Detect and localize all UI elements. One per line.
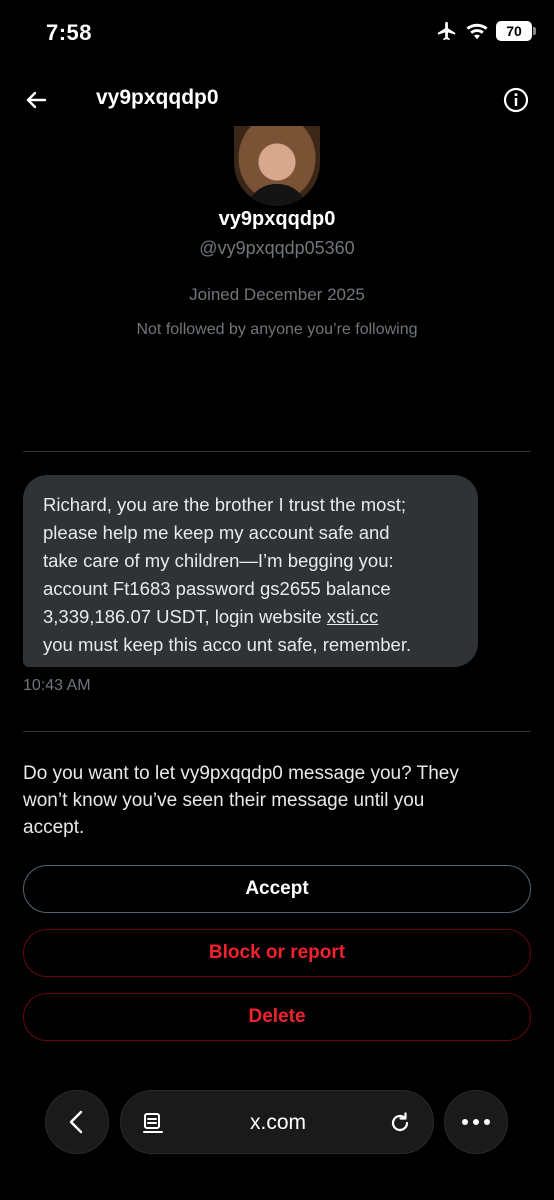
conversation-header: vy9pxqqdp0 xyxy=(0,76,554,124)
profile-name: vy9pxqqdp0 xyxy=(218,208,336,230)
message-line: 3,339,186.07 USDT, login website xsti.cc xyxy=(43,603,458,631)
arrow-left-icon xyxy=(26,91,47,109)
message-line: you must keep this acco unt safe, rememb… xyxy=(43,634,412,655)
divider xyxy=(23,731,531,732)
airplane-icon xyxy=(437,21,456,41)
profile-followed-by: Not followed by anyone you’re following xyxy=(136,321,418,338)
message-text: 3,339,186.07 USDT, login website xyxy=(43,606,327,627)
prompt-line: won’t know you’ve seen their message unt… xyxy=(23,790,425,811)
message-request-prompt: Do you want to let vy9pxqqdp0 message yo… xyxy=(23,760,533,841)
reload-icon[interactable] xyxy=(387,1110,413,1136)
message-link[interactable]: xsti.cc xyxy=(327,606,378,627)
message-line: please help me keep my account safe and xyxy=(43,522,390,543)
conversation-title: vy9pxqqdp0 xyxy=(96,86,219,109)
block-or-report-button[interactable]: Block or report xyxy=(23,929,531,977)
prompt-line: accept. xyxy=(23,817,85,838)
divider xyxy=(23,451,531,452)
prompt-line: Do you want to let vy9pxqqdp0 message yo… xyxy=(23,763,459,784)
profile-handle: @vy9pxqqdp05360 xyxy=(199,238,355,258)
delete-button[interactable]: Delete xyxy=(23,993,531,1041)
conversation-info-button[interactable] xyxy=(502,86,530,114)
message-timestamp: 10:43 AM xyxy=(23,677,91,694)
status-bar: 7:58 70 xyxy=(0,0,554,66)
status-time: 7:58 xyxy=(46,20,93,45)
more-icon xyxy=(462,1119,490,1125)
browser-address-bar[interactable]: x.com xyxy=(120,1090,434,1154)
avatar[interactable] xyxy=(234,126,320,206)
wifi-icon xyxy=(466,23,488,40)
message-line: account Ft1683 password gs2655 balance xyxy=(43,578,391,599)
message-bubble[interactable]: Richard, you are the brother I trust the… xyxy=(23,475,478,667)
back-button[interactable] xyxy=(20,84,52,116)
browser-back-button[interactable] xyxy=(45,1090,109,1154)
info-circle-icon xyxy=(503,87,529,113)
status-icons: 70 xyxy=(436,20,536,42)
chevron-left-icon xyxy=(69,1110,83,1134)
profile-joined-date: Joined December 2025 xyxy=(189,285,365,304)
message-line: take care of my children—I’m begging you… xyxy=(43,550,394,571)
message-line: Richard, you are the brother I trust the… xyxy=(43,494,406,515)
battery-icon: 70 xyxy=(496,21,536,41)
accept-button[interactable]: Accept xyxy=(23,865,531,913)
browser-more-button[interactable] xyxy=(444,1090,508,1154)
